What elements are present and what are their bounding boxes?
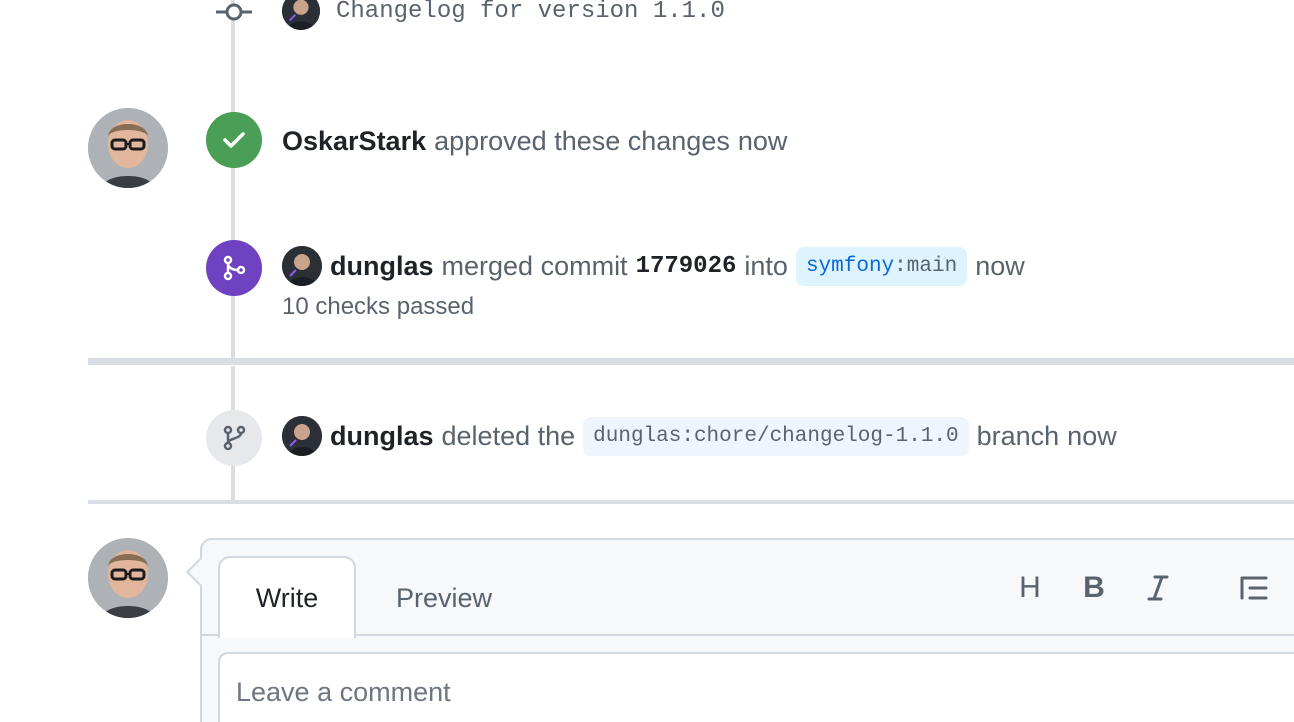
checks-status[interactable]: 10 checks passed <box>282 293 474 321</box>
bold-icon: B <box>1083 571 1105 604</box>
pr-timeline: Changelog for version 1.1.0 OskarStark a… <box>0 0 1294 722</box>
commit-sha-link[interactable]: 1779026 <box>636 253 737 280</box>
merge-text: merged commit <box>441 250 628 281</box>
delete-branch-row: dunglas deleted the dunglas:chore/change… <box>282 416 1117 456</box>
commit-message-link[interactable]: Changelog for version 1.1.0 <box>336 0 725 25</box>
delete-text: deleted the <box>441 420 576 451</box>
timeline-divider <box>88 500 1294 504</box>
quote-button[interactable] <box>1232 566 1276 610</box>
tab-strip-border <box>202 634 1294 636</box>
timeline-line <box>231 0 235 360</box>
deleted-branch-name: dunglas:chore/changelog-1.1.0 <box>583 416 969 456</box>
commit-row: Changelog for version 1.1.0 <box>282 0 725 30</box>
current-user-avatar[interactable] <box>88 538 168 618</box>
avatar[interactable] <box>88 108 168 188</box>
branch-deleted-badge <box>206 410 262 466</box>
avatar[interactable] <box>282 0 320 30</box>
avatar[interactable] <box>282 246 322 286</box>
heading-icon: H <box>1019 571 1041 604</box>
list-indent-icon <box>1240 576 1268 600</box>
delete-time[interactable]: now <box>1067 421 1117 452</box>
merge-into-text: into <box>744 250 788 281</box>
approved-badge <box>206 112 262 168</box>
heading-button[interactable]: H <box>1008 566 1052 610</box>
timeline-divider <box>88 358 1294 365</box>
avatar[interactable] <box>282 416 322 456</box>
target-branch-link[interactable]: symfony:main <box>795 246 968 286</box>
comment-input[interactable] <box>218 652 1294 722</box>
italic-button[interactable] <box>1136 566 1180 610</box>
merge-time[interactable]: now <box>975 251 1025 282</box>
approver-username[interactable]: OskarStark <box>282 126 426 157</box>
merge-row: dunglas merged commit 1779026 into symfo… <box>282 246 1025 286</box>
deleter-username[interactable]: dunglas <box>330 421 434 452</box>
tab-preview[interactable]: Preview <box>380 572 508 624</box>
approval-text: approved these changes <box>434 126 730 156</box>
merged-badge <box>206 240 262 296</box>
italic-icon <box>1147 575 1169 601</box>
approval-time[interactable]: now <box>738 126 788 157</box>
branch-name: main <box>906 254 958 278</box>
git-branch-icon <box>223 425 246 451</box>
approval-row: OskarStark approved these changes now <box>282 126 787 157</box>
branch-owner: symfony <box>805 254 895 278</box>
tab-write[interactable]: Write <box>218 556 356 638</box>
delete-branch-suffix: branch <box>976 420 1060 451</box>
git-merge-icon <box>223 255 246 281</box>
bold-button[interactable]: B <box>1072 566 1116 610</box>
merger-username[interactable]: dunglas <box>330 251 434 282</box>
check-icon <box>223 132 245 148</box>
commit-icon <box>206 0 262 40</box>
